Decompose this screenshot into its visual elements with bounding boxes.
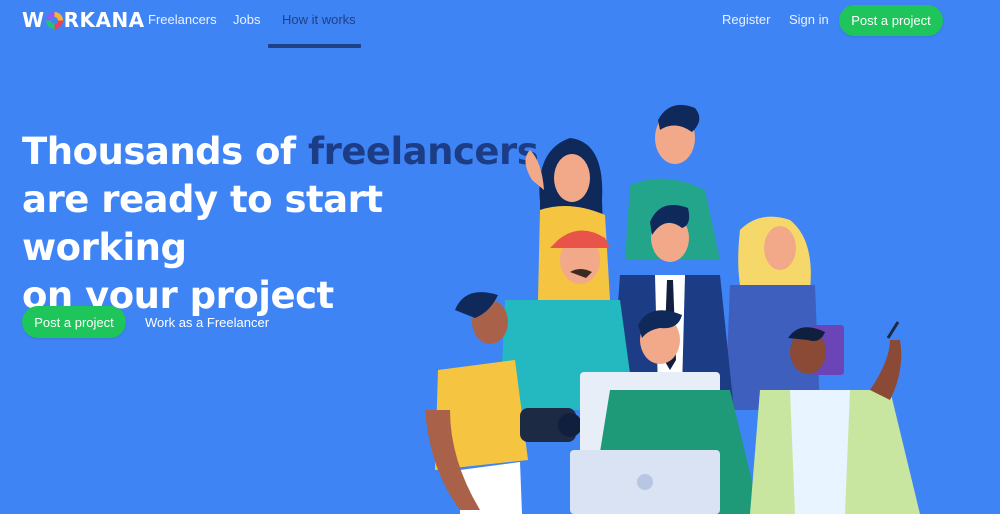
woman-blonde-figure xyxy=(725,216,844,410)
logo-text-rkana: RKANA xyxy=(63,8,145,32)
workana-logo[interactable]: W RKANA xyxy=(22,8,145,32)
nav-jobs[interactable]: Jobs xyxy=(233,12,260,27)
work-as-freelancer-link[interactable]: Work as a Freelancer xyxy=(145,315,269,330)
hero-title-part2: are ready to start working xyxy=(22,178,383,269)
nav-freelancers[interactable]: Freelancers xyxy=(148,12,217,27)
header-post-project-button[interactable]: Post a project xyxy=(839,5,943,36)
bottom-strip xyxy=(0,514,1000,528)
hero-title-part1: Thousands of xyxy=(22,130,308,173)
freelancers-group-illustration xyxy=(425,104,920,514)
hero-post-project-button[interactable]: Post a project xyxy=(22,306,126,338)
logo-text-w: W xyxy=(22,8,45,32)
page: W RKANA Freelancers Jobs How it works Reg… xyxy=(0,0,1000,514)
logo-o-icon xyxy=(45,11,63,29)
register-link[interactable]: Register xyxy=(722,12,770,27)
nav-how-it-works[interactable]: How it works xyxy=(282,12,356,27)
signin-link[interactable]: Sign in xyxy=(789,12,829,27)
active-nav-indicator xyxy=(268,44,361,48)
